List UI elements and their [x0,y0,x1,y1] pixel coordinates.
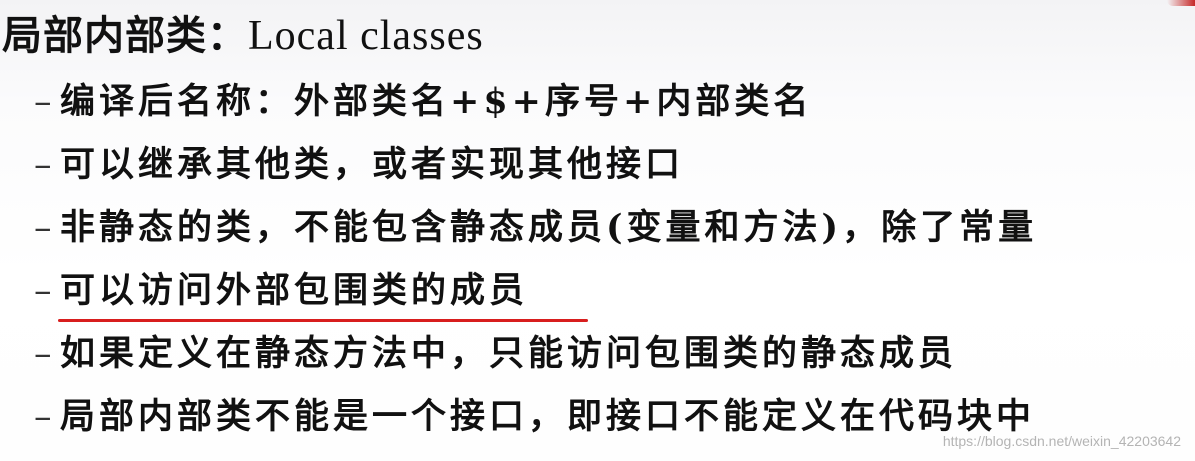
title-chinese: 局部内部类： [2,12,248,59]
bullet-text: 非静态的类，不能包含静态成员(变量和方法)，除了常量 [60,207,1038,248]
corner-accent [1167,0,1195,6]
bullet-dash: – [34,208,52,248]
bullet-text: 如果定义在静态方法中，只能访问包围类的静态成员 [60,333,958,374]
bullet-dash: – [34,145,52,185]
bullet-item-inheritance: – 可以继承其他类，或者实现其他接口 [34,139,1184,202]
bullet-dash: – [34,397,52,437]
watermark: https://blog.csdn.net/weixin_42203642 [942,433,1181,449]
slide-title: 局部内部类：Local classes [2,10,484,62]
bullet-dash: – [34,334,52,374]
bullet-dash: – [34,82,52,122]
red-underline-highlight [58,319,588,322]
bullet-list: – 编译后名称：外部类名+$+序号+内部类名 – 可以继承其他类，或者实现其他接口 … [34,76,1184,454]
bullet-text: 编译后名称：外部类名+$+序号+内部类名 [60,81,813,122]
slide: 局部内部类：Local classes – 编译后名称：外部类名+$+序号+内部类… [0,0,1195,461]
bullet-text: 可以继承其他类，或者实现其他接口 [60,144,685,185]
bullet-item-non-static: – 非静态的类，不能包含静态成员(变量和方法)，除了常量 [34,202,1184,265]
bullet-dash: – [34,271,52,311]
bullet-item-static-method: – 如果定义在静态方法中，只能访问包围类的静态成员 [34,328,1184,391]
bullet-item-compiled-name: – 编译后名称：外部类名+$+序号+内部类名 [34,76,1184,139]
bullet-text: 局部内部类不能是一个接口，即接口不能定义在代码块中 [60,396,1036,437]
bullet-text-highlighted: 可以访问外部包围类的成员 [60,270,529,311]
title-english: Local classes [248,13,484,59]
